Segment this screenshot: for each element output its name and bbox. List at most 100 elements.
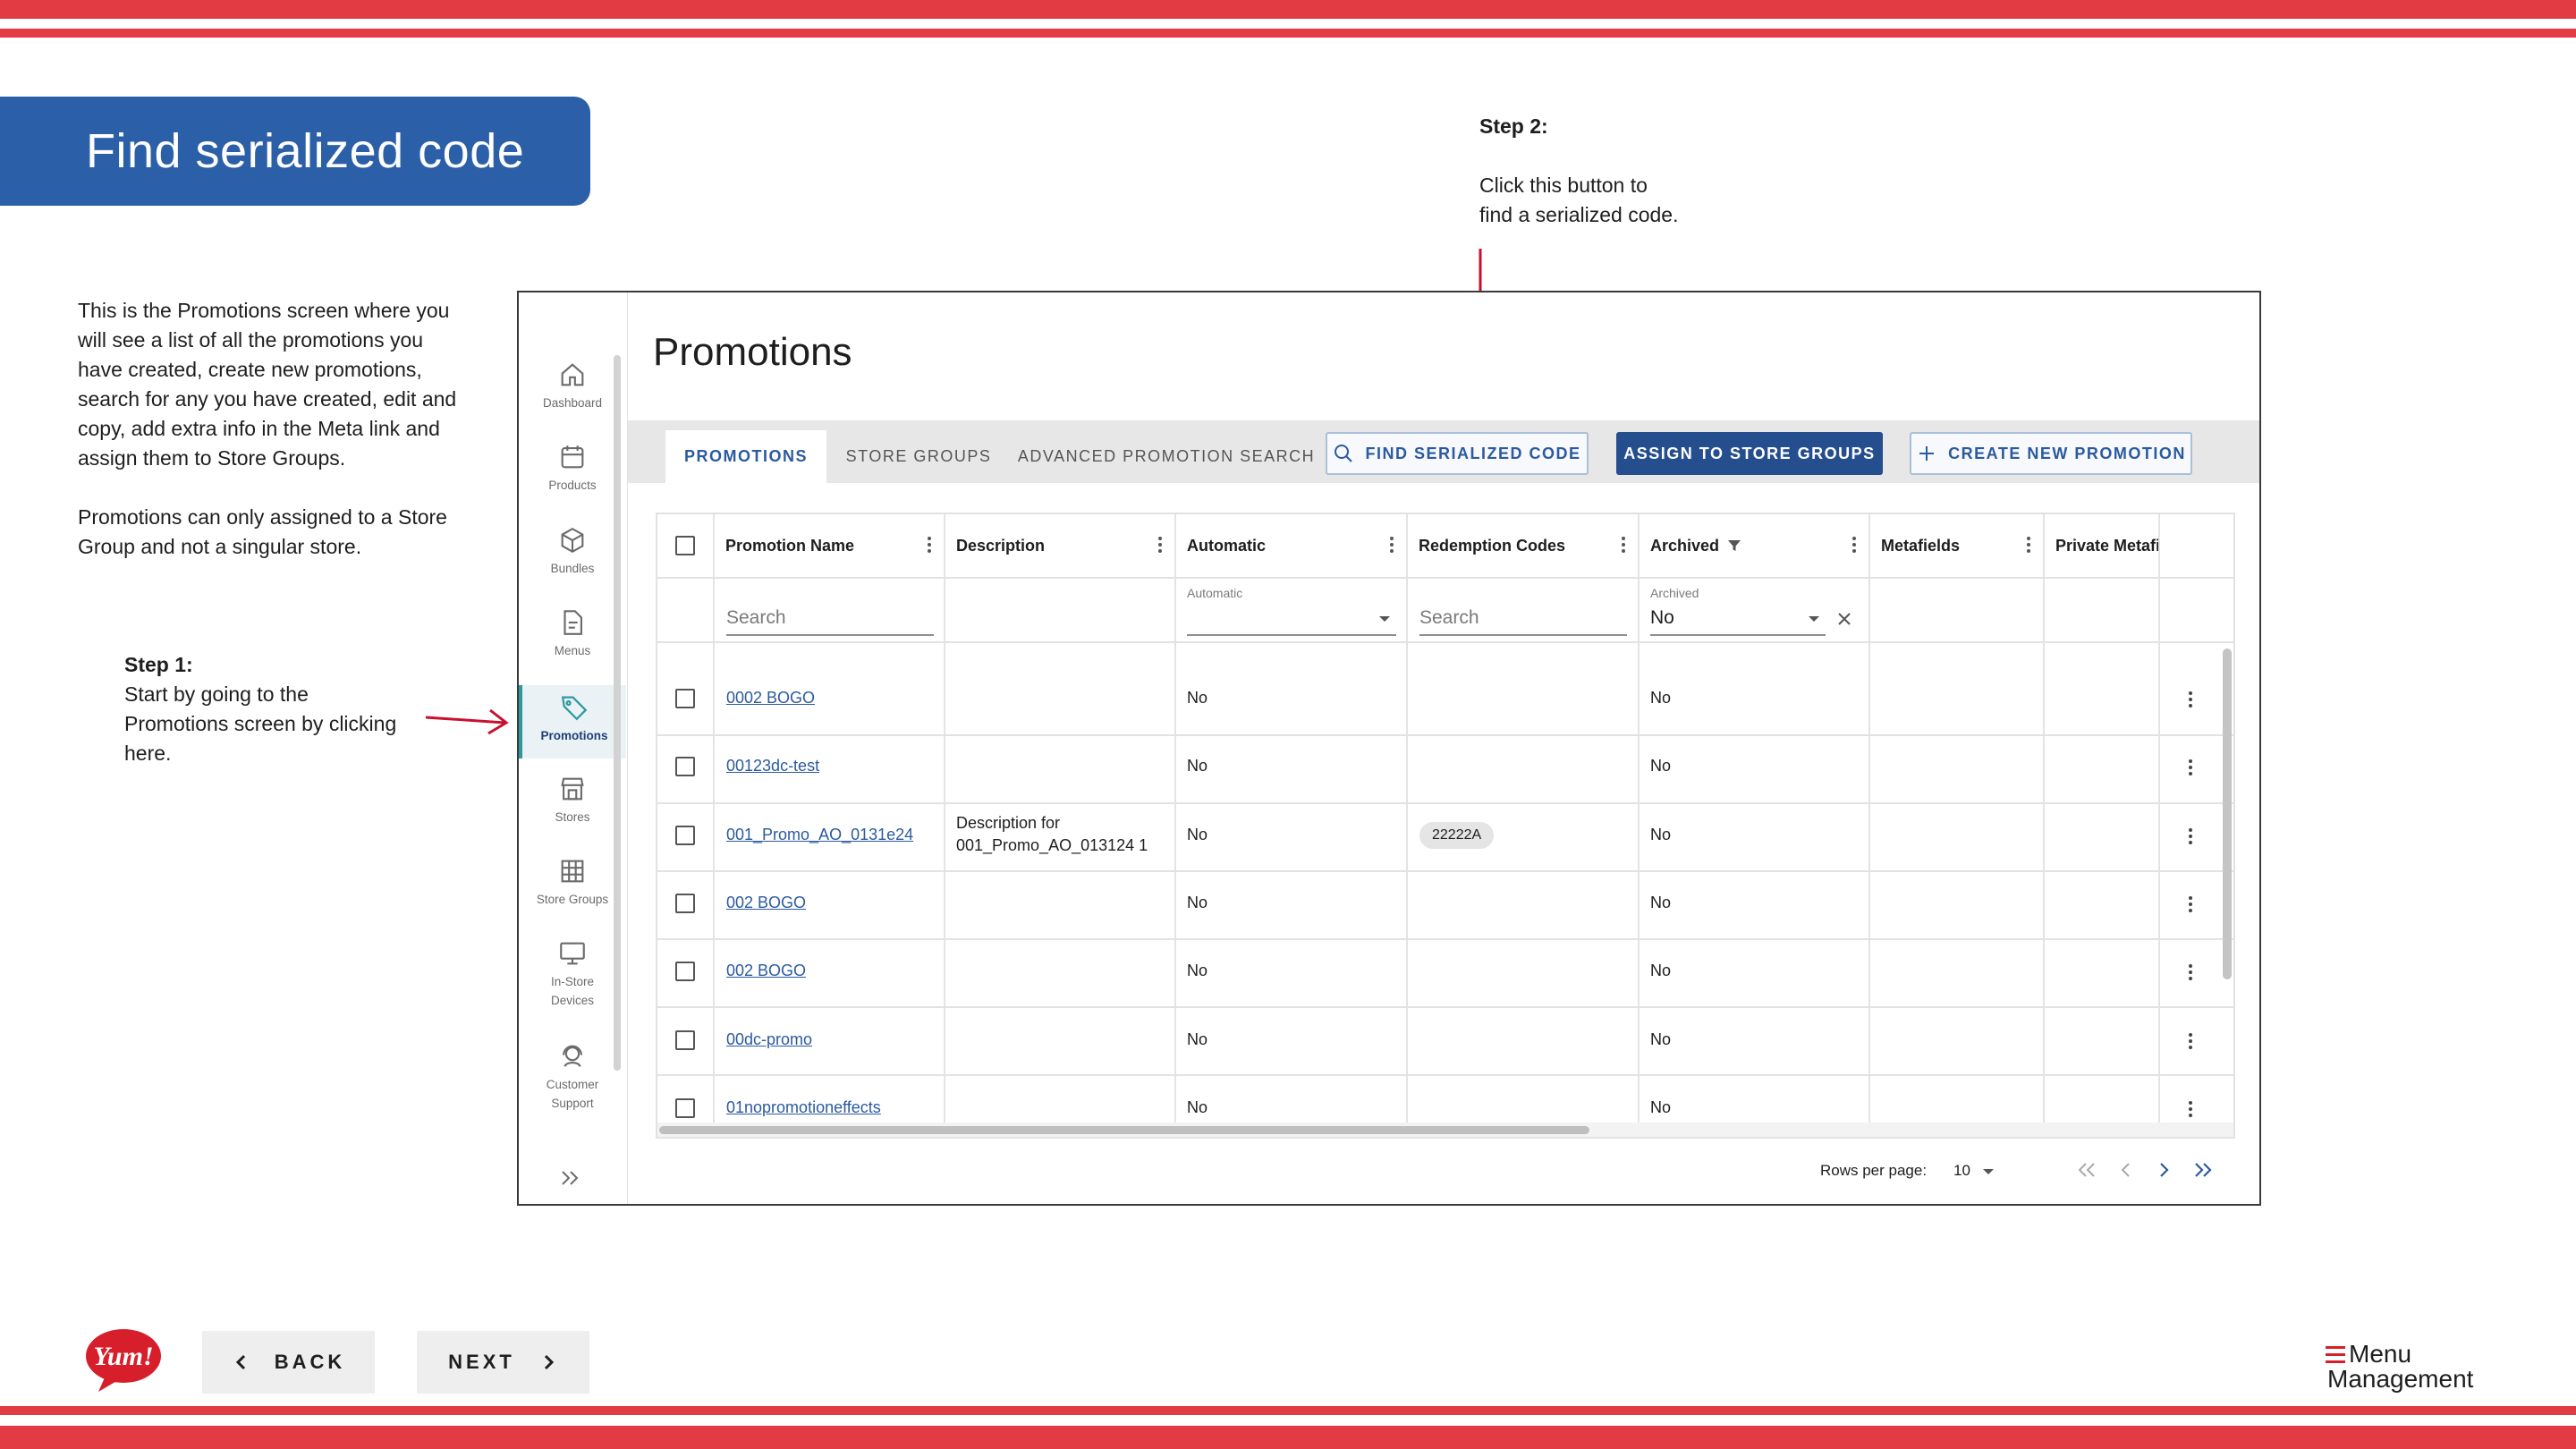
table-pagination: Rows per page: 10 bbox=[653, 1139, 2233, 1203]
row-checkbox[interactable] bbox=[675, 826, 695, 845]
automatic-cell: No bbox=[1187, 826, 1208, 843]
find-serialized-code-button[interactable]: FIND SERIALIZED CODE bbox=[1326, 432, 1589, 475]
redemption-code-chip: 22222A bbox=[1419, 822, 1495, 849]
archived-filter-select[interactable]: No bbox=[1650, 607, 1674, 629]
column-header-promotion-name[interactable]: Promotion Name bbox=[713, 514, 944, 577]
promotion-name-link[interactable]: 00123dc-test bbox=[726, 755, 819, 777]
archived-cell: No bbox=[1650, 689, 1672, 707]
row-checkbox[interactable] bbox=[675, 757, 695, 776]
sidebar-item-menus[interactable]: Menus bbox=[519, 607, 626, 660]
next-page-icon[interactable] bbox=[2148, 1155, 2179, 1185]
column-header-archived[interactable]: Archived bbox=[1638, 514, 1868, 577]
sidebar-item-stores[interactable]: Stores bbox=[519, 774, 626, 826]
sidebar-item-label: Menus bbox=[554, 644, 591, 657]
chevron-down-icon[interactable] bbox=[1378, 614, 1391, 623]
row-actions-icon[interactable] bbox=[2189, 1100, 2192, 1118]
vertical-scrollbar[interactable] bbox=[2223, 648, 2232, 979]
row-checkbox[interactable] bbox=[675, 962, 695, 981]
column-header-label: Automatic bbox=[1187, 536, 1267, 555]
select-all-checkbox[interactable] bbox=[675, 536, 695, 555]
promotion-name-link[interactable]: 0002 BOGO bbox=[726, 687, 815, 709]
column-menu-icon[interactable] bbox=[1158, 536, 1162, 554]
column-divider bbox=[1406, 514, 1408, 1137]
tab-store-groups[interactable]: STORE GROUPS bbox=[834, 430, 1004, 483]
sidebar-item-in-store-devices[interactable]: In-Store Devices bbox=[519, 938, 626, 1010]
sidebar-item-bundles[interactable]: Bundles bbox=[519, 525, 626, 578]
column-divider bbox=[713, 514, 715, 1137]
archived-cell: No bbox=[1650, 826, 1672, 843]
assign-to-store-groups-button[interactable]: ASSIGN TO STORE GROUPS bbox=[1616, 432, 1883, 475]
column-menu-icon[interactable] bbox=[1622, 536, 1625, 554]
row-actions-icon[interactable] bbox=[2189, 1032, 2192, 1050]
promotion-name-link[interactable]: 002 BOGO bbox=[726, 892, 806, 914]
sidebar-item-customer-support[interactable]: Customer Support bbox=[519, 1041, 626, 1113]
home-icon bbox=[561, 363, 584, 386]
tab-promotions[interactable]: PROMOTIONS bbox=[665, 430, 826, 483]
promotion-name-link[interactable]: 01nopromotioneffects bbox=[726, 1097, 881, 1119]
column-divider bbox=[1868, 514, 1870, 1137]
row-actions-icon[interactable] bbox=[2189, 895, 2192, 913]
row-checkbox[interactable] bbox=[675, 1098, 695, 1118]
archived-cell: No bbox=[1650, 1098, 1672, 1116]
storefront-icon bbox=[561, 777, 584, 801]
app-window: Dashboard Products Bundles Menus Promoti… bbox=[517, 291, 2261, 1206]
promotion-name-link[interactable]: 002 BOGO bbox=[726, 960, 806, 982]
tab-advanced-promotion-search[interactable]: ADVANCED PROMOTION SEARCH bbox=[1014, 430, 1318, 483]
input-underline bbox=[726, 634, 934, 636]
column-menu-icon[interactable] bbox=[928, 536, 931, 554]
row-checkbox[interactable] bbox=[675, 894, 695, 913]
chevron-down-icon[interactable] bbox=[1982, 1167, 1995, 1176]
name-search-input[interactable]: Search bbox=[726, 607, 786, 629]
next-button[interactable]: NEXT bbox=[417, 1331, 589, 1394]
column-header-private-metafields[interactable]: Private Metafi bbox=[2043, 514, 2158, 577]
tab-bar: PROMOTIONS STORE GROUPS ADVANCED PROMOTI… bbox=[628, 420, 2259, 483]
expand-sidebar-icon[interactable] bbox=[555, 1165, 587, 1191]
rows-per-page-select[interactable]: 10 bbox=[1953, 1162, 1970, 1180]
slide-title-banner: Find serialized code bbox=[0, 97, 590, 206]
step1-heading: Step 1: bbox=[124, 653, 193, 676]
automatic-cell: No bbox=[1187, 689, 1208, 707]
back-button[interactable]: BACK bbox=[202, 1331, 375, 1394]
filter-icon[interactable] bbox=[1726, 538, 1742, 554]
row-actions-icon[interactable] bbox=[2189, 963, 2192, 981]
sidebar-item-products[interactable]: Products bbox=[519, 442, 626, 495]
sidebar-item-store-groups[interactable]: Store Groups bbox=[519, 856, 626, 909]
row-checkbox[interactable] bbox=[675, 1030, 695, 1050]
sidebar-item-label: Store Groups bbox=[536, 893, 609, 906]
column-divider bbox=[2158, 514, 2160, 1137]
sidebar-scrollbar[interactable] bbox=[614, 355, 621, 1071]
sidebar-item-promotions[interactable]: Promotions bbox=[519, 685, 626, 758]
find-serialized-code-label: FIND SERIALIZED CODE bbox=[1365, 444, 1581, 462]
automatic-cell: No bbox=[1187, 962, 1208, 979]
previous-page-icon[interactable] bbox=[2111, 1155, 2141, 1185]
promotion-name-link[interactable]: 00dc-promo bbox=[726, 1029, 812, 1051]
next-label: NEXT bbox=[448, 1351, 515, 1373]
yum-logo: Yum! bbox=[86, 1329, 161, 1392]
column-header-metafields[interactable]: Metafields bbox=[1868, 514, 2043, 577]
column-menu-icon[interactable] bbox=[1852, 536, 1856, 554]
column-header-redemption-codes[interactable]: Redemption Codes bbox=[1406, 514, 1638, 577]
first-page-icon[interactable] bbox=[2072, 1155, 2102, 1185]
column-header-automatic[interactable]: Automatic bbox=[1174, 514, 1406, 577]
create-new-promotion-button[interactable]: CREATE NEW PROMOTION bbox=[1910, 432, 2192, 475]
column-header-description[interactable]: Description bbox=[944, 514, 1174, 577]
row-actions-icon[interactable] bbox=[2189, 691, 2192, 708]
row-actions-icon[interactable] bbox=[2189, 758, 2192, 776]
column-menu-icon[interactable] bbox=[1390, 536, 1394, 554]
column-menu-icon[interactable] bbox=[2027, 536, 2030, 554]
sidebar-item-label: Products bbox=[548, 479, 597, 492]
clear-filter-icon[interactable] bbox=[1836, 611, 1852, 627]
codes-search-input[interactable]: Search bbox=[1419, 607, 1479, 629]
bottom-stripe-thin bbox=[0, 1406, 2576, 1415]
last-page-icon[interactable] bbox=[2188, 1155, 2218, 1185]
back-label: BACK bbox=[274, 1351, 346, 1373]
row-checkbox[interactable] bbox=[675, 689, 695, 708]
horizontal-scrollbar[interactable] bbox=[659, 1126, 1589, 1134]
row-actions-icon[interactable] bbox=[2189, 827, 2192, 845]
chevron-down-icon[interactable] bbox=[1808, 614, 1820, 623]
promotion-name-link[interactable]: 001_Promo_AO_0131e24 bbox=[726, 824, 913, 846]
automatic-filter-select[interactable] bbox=[1187, 604, 1396, 634]
step1-arrow-icon bbox=[425, 708, 509, 735]
archived-cell: No bbox=[1650, 1030, 1672, 1048]
sidebar-item-dashboard[interactable]: Dashboard bbox=[519, 360, 626, 412]
